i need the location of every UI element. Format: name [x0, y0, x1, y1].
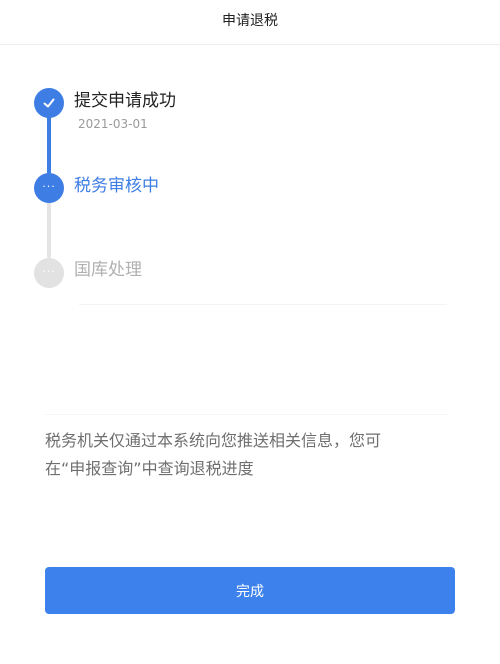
divider [45, 414, 447, 415]
step-treasury-status: ··· [34, 258, 64, 288]
timeline-connector-completed [47, 116, 51, 174]
step-submitted-date: 2021-03-01 [78, 117, 148, 131]
step-review-label: 税务审核中 [74, 176, 159, 196]
done-button[interactable]: 完成 [45, 567, 455, 614]
check-icon [43, 98, 55, 108]
notice-text: 税务机关仅通过本系统向您推送相关信息，您可 在“申报查询”中查询退税进度 [45, 427, 455, 483]
step-submitted-status [34, 88, 64, 118]
notice-line: 在“申报查询”中查询退税进度 [45, 459, 254, 478]
progress-timeline: 提交申请成功 2021-03-01 ··· 税务审核中 ··· 国库处理 [0, 0, 500, 320]
ellipsis-icon: ··· [42, 180, 56, 193]
timeline-connector-pending [47, 201, 51, 258]
ellipsis-icon: ··· [42, 265, 56, 278]
step-submitted-label: 提交申请成功 [74, 91, 176, 111]
notice-line: 税务机关仅通过本系统向您推送相关信息，您可 [45, 431, 382, 450]
step-treasury-label: 国库处理 [74, 260, 142, 280]
step-review-status: ··· [34, 173, 64, 203]
divider [79, 304, 447, 305]
